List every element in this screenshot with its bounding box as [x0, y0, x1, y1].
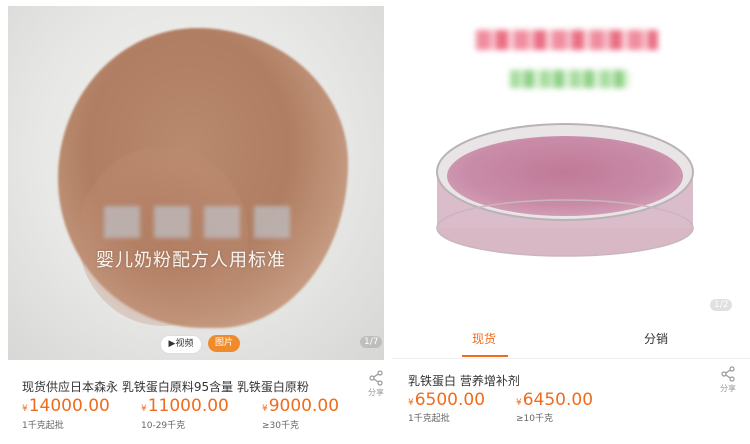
price-tier-1: ¥14000.00: [22, 396, 110, 416]
blurred-text: [154, 206, 190, 238]
watermark-text: 婴儿奶粉配方人用标准: [96, 250, 286, 271]
blurred-subtitle-text: [510, 70, 630, 88]
price-tier-2: ¥6450.00: [516, 390, 593, 410]
active-tab-indicator: [462, 355, 508, 357]
blurred-text: [254, 206, 290, 238]
blurred-text: [104, 206, 140, 238]
petri-dish-image[interactable]: [432, 110, 698, 260]
price-value: 6450.00: [522, 390, 594, 410]
product-photo-left[interactable]: 婴儿奶粉配方人用标准: [8, 6, 384, 360]
quantity-tier-2: 10-29千克: [141, 421, 186, 431]
product-title[interactable]: 乳铁蛋白 营养增补剂: [408, 372, 520, 389]
quantity-tier-2: ≥10千克: [516, 414, 553, 424]
tab-bar: 现货 分销: [392, 322, 750, 359]
price-tier-2: ¥11000.00: [141, 396, 229, 416]
quantity-tier-1: 1千克起批: [22, 421, 64, 431]
price-value: 11000.00: [147, 396, 229, 416]
left-listing: 婴儿奶粉配方人用标准 ▶视频 图片 1/7 现货供应日本森永 乳铁蛋白原料95含…: [0, 0, 384, 444]
share-label: 分享: [368, 388, 384, 397]
image-pager: 1/7: [360, 336, 383, 348]
right-listing: 1/2 现货 分销 乳铁蛋白 营养增补剂 分享 ¥6500.00 1千克起批 ¥…: [392, 0, 750, 444]
price-value: 14000.00: [28, 396, 110, 416]
share-label: 分享: [720, 384, 736, 393]
video-tab-button[interactable]: ▶视频: [160, 335, 202, 354]
blurred-text: [204, 206, 240, 238]
tab-distribution[interactable]: 分销: [644, 330, 668, 347]
currency-symbol: ¥: [408, 398, 414, 408]
price-tier-1: ¥6500.00: [408, 390, 485, 410]
product-title[interactable]: 现货供应日本森永 乳铁蛋白原料95含量 乳铁蛋白原粉: [22, 378, 309, 395]
blurred-title-text: [476, 30, 658, 50]
currency-symbol: ¥: [262, 404, 268, 414]
price-value: 9000.00: [268, 396, 340, 416]
share-icon: [721, 366, 735, 382]
currency-symbol: ¥: [22, 404, 28, 414]
quantity-tier-1: 1千克起批: [408, 414, 450, 424]
image-pager: 1/2: [710, 299, 733, 311]
share-button[interactable]: 分享: [718, 366, 738, 394]
price-value: 6500.00: [414, 390, 486, 410]
quantity-tier-3: ≥30千克: [262, 421, 299, 431]
price-tier-3: ¥9000.00: [262, 396, 339, 416]
currency-symbol: ¥: [516, 398, 522, 408]
share-icon: [369, 370, 383, 386]
image-tab-button[interactable]: 图片: [208, 335, 240, 352]
currency-symbol: ¥: [141, 404, 147, 414]
share-button[interactable]: 分享: [366, 370, 384, 398]
tab-stock[interactable]: 现货: [472, 330, 496, 347]
